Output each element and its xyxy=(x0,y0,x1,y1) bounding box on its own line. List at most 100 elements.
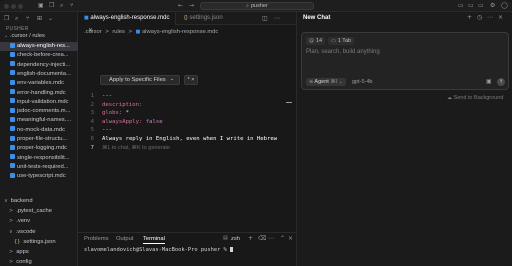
breadcrumb-rules[interactable]: rules xyxy=(112,29,125,35)
search-icon[interactable]: ⌕ xyxy=(15,16,18,22)
folder-item[interactable]: > config xyxy=(0,258,78,266)
file-item[interactable]: meaningful-names.... xyxy=(0,116,78,125)
send-to-background-button[interactable]: ☁ Send to Background xyxy=(447,95,503,101)
file-item[interactable]: single-responsibilit... xyxy=(0,154,78,163)
file-item[interactable]: proper-logging.mdc xyxy=(0,144,78,153)
file-item[interactable]: no-mock-data.mdc xyxy=(0,126,78,135)
layout-panel-icon[interactable]: ▭ xyxy=(468,3,474,9)
add-terminal-icon[interactable]: + xyxy=(248,236,253,242)
split-editor-icon[interactable]: ◫ xyxy=(262,16,268,22)
chevron-down-icon[interactable]: ⌄ xyxy=(48,16,53,22)
file-item[interactable]: error-handling.mdc xyxy=(0,89,78,98)
shell-name[interactable]: zsh xyxy=(231,236,240,242)
layout-right-icon[interactable]: ▭ xyxy=(478,3,484,9)
folder-item[interactable]: > .pytest_cache xyxy=(0,207,78,216)
folder-item[interactable]: > apps xyxy=(0,248,78,257)
window-close-button[interactable] xyxy=(4,4,9,9)
tab-output[interactable]: Output xyxy=(116,236,133,242)
settings-gear-icon[interactable]: ⚙ xyxy=(490,3,495,9)
json-file-icon: {} xyxy=(184,15,188,21)
context-tab-chip[interactable]: ▭ 1 Tab xyxy=(328,37,355,45)
sidebar-toggle-icon[interactable]: ▣ xyxy=(38,3,44,9)
title-bar: ▣ ❐ ⌕ ⑂ ← → ⌕ pusher ▭ ▭ ▭ ⚙ ◯ xyxy=(0,0,512,12)
file-label: single-responsibilit... xyxy=(17,154,70,161)
folder-item[interactable]: > .venv xyxy=(0,217,78,226)
terminal-prompt[interactable]: slavomelandovich@Slavas-MacBook-Pro push… xyxy=(84,247,234,253)
back-arrow-icon[interactable]: ← xyxy=(178,3,183,9)
file-item[interactable]: check-before-crea... xyxy=(0,51,78,60)
chevron-up-icon[interactable]: ⌃ xyxy=(280,236,285,242)
file-item[interactable]: use-typescript.mdc xyxy=(0,172,78,181)
file-icon xyxy=(10,79,15,85)
more-actions-icon[interactable]: ⋯ xyxy=(268,236,274,242)
file-item[interactable]: english-documenta... xyxy=(0,70,78,79)
chat-placeholder[interactable]: Plan, search, build anything xyxy=(306,49,380,55)
editor-tab-bar: ■ always-english-response.mdc × {} setti… xyxy=(78,12,296,34)
file-item[interactable]: always-english-res... xyxy=(0,42,78,51)
terminal-prompt-text: slavomelandovich@Slavas-MacBook-Pro push… xyxy=(84,247,227,253)
folder-item[interactable]: ∨ backend xyxy=(0,197,78,206)
code-token: globs: xyxy=(102,110,123,117)
tab-always-english-response[interactable]: ■ always-english-response.mdc × xyxy=(78,12,176,34)
cloud-icon: ☁ xyxy=(447,95,452,101)
tab-label: always-english-response.mdc xyxy=(90,15,170,21)
history-icon[interactable]: ◷ xyxy=(477,15,482,21)
account-icon[interactable]: ◯ xyxy=(501,3,508,9)
send-arrow-icon[interactable]: ↑ xyxy=(497,78,505,86)
globs-chip[interactable]: * × xyxy=(184,75,198,85)
code-token: alwaysApply: xyxy=(102,118,143,125)
context-count-chip[interactable]: @14 xyxy=(306,37,326,45)
more-actions-icon[interactable]: ⋯ xyxy=(487,15,493,21)
tab-problems[interactable]: Problems xyxy=(84,236,108,242)
file-icon: ■ xyxy=(135,29,141,35)
image-attach-icon[interactable]: ▣ xyxy=(486,79,492,85)
extensions-icon[interactable]: ⊞ xyxy=(37,16,42,22)
trash-icon[interactable]: ⌫ xyxy=(258,236,266,242)
breadcrumb-separator: > xyxy=(128,29,132,35)
file-icon xyxy=(10,116,15,122)
window-minimize-button[interactable] xyxy=(11,4,16,9)
folder-label: .pytest_cache xyxy=(16,208,52,215)
breadcrumb: .cursor > rules > ■ always-english-respo… xyxy=(84,29,218,35)
folder-label: .venv xyxy=(16,218,31,225)
tab-terminal[interactable]: Terminal xyxy=(143,236,165,244)
forward-arrow-icon[interactable]: → xyxy=(189,3,194,9)
agent-mode-select[interactable]: ∞ Agent ⌘I ⌄ xyxy=(306,78,346,86)
add-chat-icon[interactable]: + xyxy=(467,15,472,21)
source-control-icon[interactable]: ⑂ xyxy=(70,3,74,9)
folder-cursor-rules[interactable]: ⌄ .cursor / rules xyxy=(4,33,45,39)
breadcrumb-file[interactable]: always-english-response.mdc xyxy=(142,29,218,35)
files-icon[interactable]: ❐ xyxy=(49,3,54,9)
code-token: ⌘L to chat, ⌘K to generate xyxy=(102,144,170,151)
agent-shortcut: ⌘I xyxy=(330,79,338,85)
close-icon[interactable]: × xyxy=(498,15,503,21)
file-item[interactable]: input-validation.mdc xyxy=(0,98,78,107)
command-search-input[interactable]: ⌕ pusher xyxy=(200,2,314,10)
tab-settings-json[interactable]: {} settings.json xyxy=(178,12,248,25)
close-icon[interactable]: × xyxy=(288,236,293,242)
file-icon xyxy=(10,154,15,160)
window-zoom-button[interactable] xyxy=(18,4,23,9)
editor-area: ■ always-english-response.mdc × {} setti… xyxy=(78,12,296,266)
file-item[interactable]: env-variables.mdc xyxy=(0,79,78,88)
source-control-icon[interactable]: ⑂ xyxy=(26,16,30,22)
search-icon[interactable]: ⌕ xyxy=(60,3,63,9)
file-item[interactable]: jsdoc-comments.m... xyxy=(0,107,78,116)
model-select[interactable]: gpt-5-4b xyxy=(352,78,373,86)
explorer-sidebar: ❐ ⌕ ⑂ ⊞ ⌄ PUSHER ⌄ .cursor / rules alway… xyxy=(0,12,78,266)
code-token: description: xyxy=(102,101,143,108)
explorer-section-title: PUSHER xyxy=(6,26,29,32)
chat-input-box[interactable]: @14 ▭ 1 Tab Plan, search, build anything … xyxy=(301,32,509,90)
apply-rule-select[interactable]: Apply to Specific Files ⌄ xyxy=(100,75,180,85)
apply-select-label: Apply to Specific Files xyxy=(109,77,166,83)
chevron-icon: > xyxy=(9,218,14,225)
file-item[interactable]: proper-file-structu... xyxy=(0,135,78,144)
more-actions-icon[interactable]: ⋯ xyxy=(274,16,280,22)
folder-item[interactable]: {} settings.json xyxy=(0,238,78,247)
file-item[interactable]: unit-tests-required... xyxy=(0,163,78,172)
explorer-icon[interactable]: ❐ xyxy=(4,16,9,22)
layout-left-icon[interactable]: ▭ xyxy=(458,3,464,9)
file-item[interactable]: dependency-injecti... xyxy=(0,61,78,70)
folder-item[interactable]: ∨ .vscode xyxy=(0,228,78,237)
breadcrumb-cursor[interactable]: .cursor xyxy=(84,29,102,35)
